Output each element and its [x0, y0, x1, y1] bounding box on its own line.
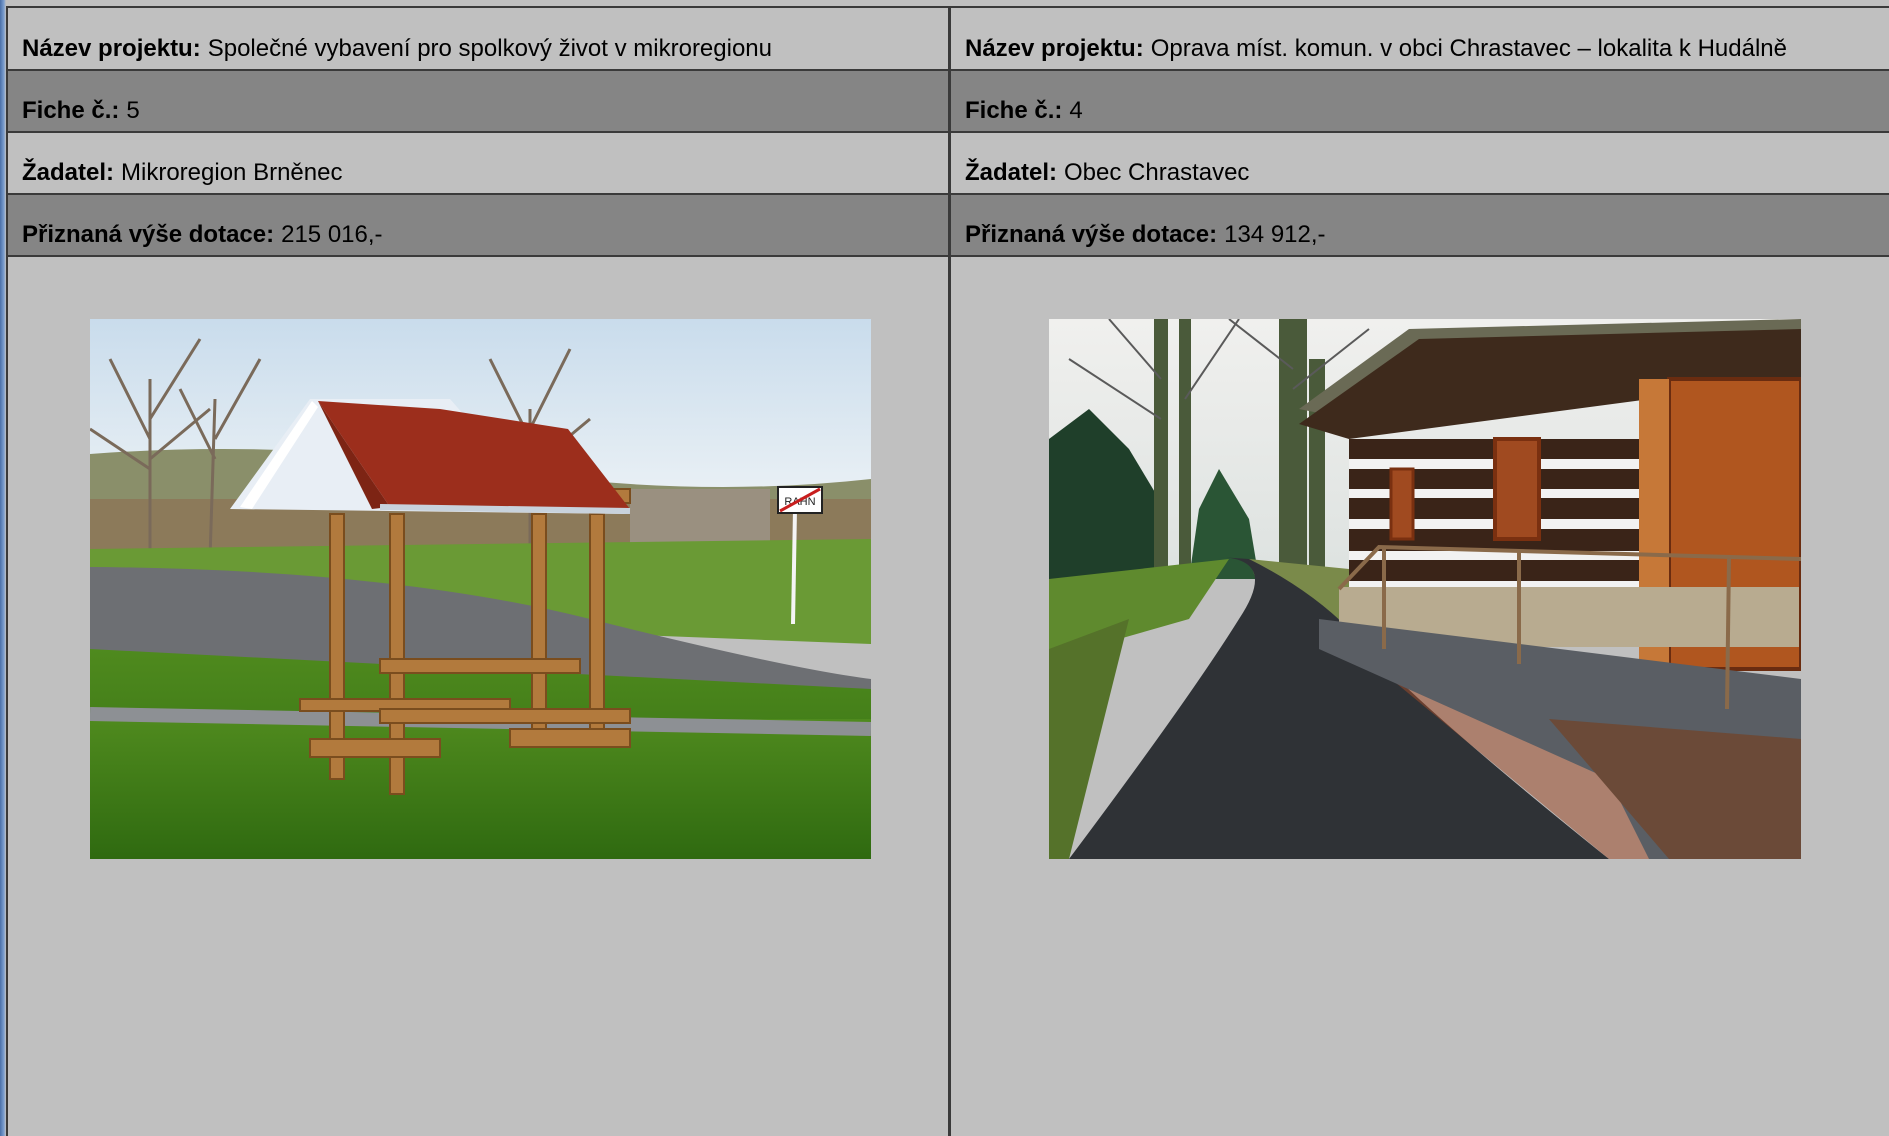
applicant-label: Žadatel:	[22, 159, 115, 186]
photo-area: RAHN	[8, 257, 948, 1127]
project-name-value: Oprava míst. komun. v obci Chrastavec – …	[1150, 35, 1787, 62]
project-name-label: Název projektu:	[22, 35, 201, 62]
subsidy-row: Přiznaná výše dotace: 215 016,-	[8, 195, 948, 257]
fiche-label: Fiche č.:	[22, 97, 120, 124]
fiche-label: Fiche č.:	[965, 97, 1063, 124]
applicant-value: Obec Chrastavec	[1064, 159, 1250, 186]
road-house-photo	[1049, 319, 1801, 859]
subsidy-label: Přiznaná výše dotace:	[22, 221, 275, 248]
project-name-row: Název projektu: Společné vybavení pro sp…	[8, 8, 948, 71]
applicant-row: Žadatel: Mikroregion Brněnec	[8, 133, 948, 195]
project-name-label: Název projektu:	[965, 35, 1144, 62]
photo-area	[951, 257, 1889, 1127]
fiche-row: Fiche č.: 4	[951, 71, 1889, 133]
project-table: Název projektu: Společné vybavení pro sp…	[6, 6, 1889, 1136]
page-background: Název projektu: Společné vybavení pro sp…	[0, 0, 1889, 1136]
subsidy-value: 134 912,-	[1224, 221, 1326, 248]
subsidy-label: Přiznaná výše dotace:	[965, 221, 1218, 248]
applicant-row: Žadatel: Obec Chrastavec	[951, 133, 1889, 195]
project-name-value: Společné vybavení pro spolkový život v m…	[207, 35, 772, 62]
project-card-left: Název projektu: Společné vybavení pro sp…	[8, 8, 951, 1136]
applicant-value: Mikroregion Brněnec	[121, 159, 343, 186]
fiche-row: Fiche č.: 5	[8, 71, 948, 133]
applicant-label: Žadatel:	[965, 159, 1058, 186]
fiche-value: 4	[1069, 97, 1083, 124]
subsidy-row: Přiznaná výše dotace: 134 912,-	[951, 195, 1889, 257]
fiche-value: 5	[126, 97, 140, 124]
shelter-photo: RAHN	[90, 319, 871, 859]
subsidy-value: 215 016,-	[281, 221, 383, 248]
project-name-row: Název projektu: Oprava míst. komun. v ob…	[951, 8, 1889, 71]
project-card-right: Název projektu: Oprava míst. komun. v ob…	[951, 8, 1889, 1136]
